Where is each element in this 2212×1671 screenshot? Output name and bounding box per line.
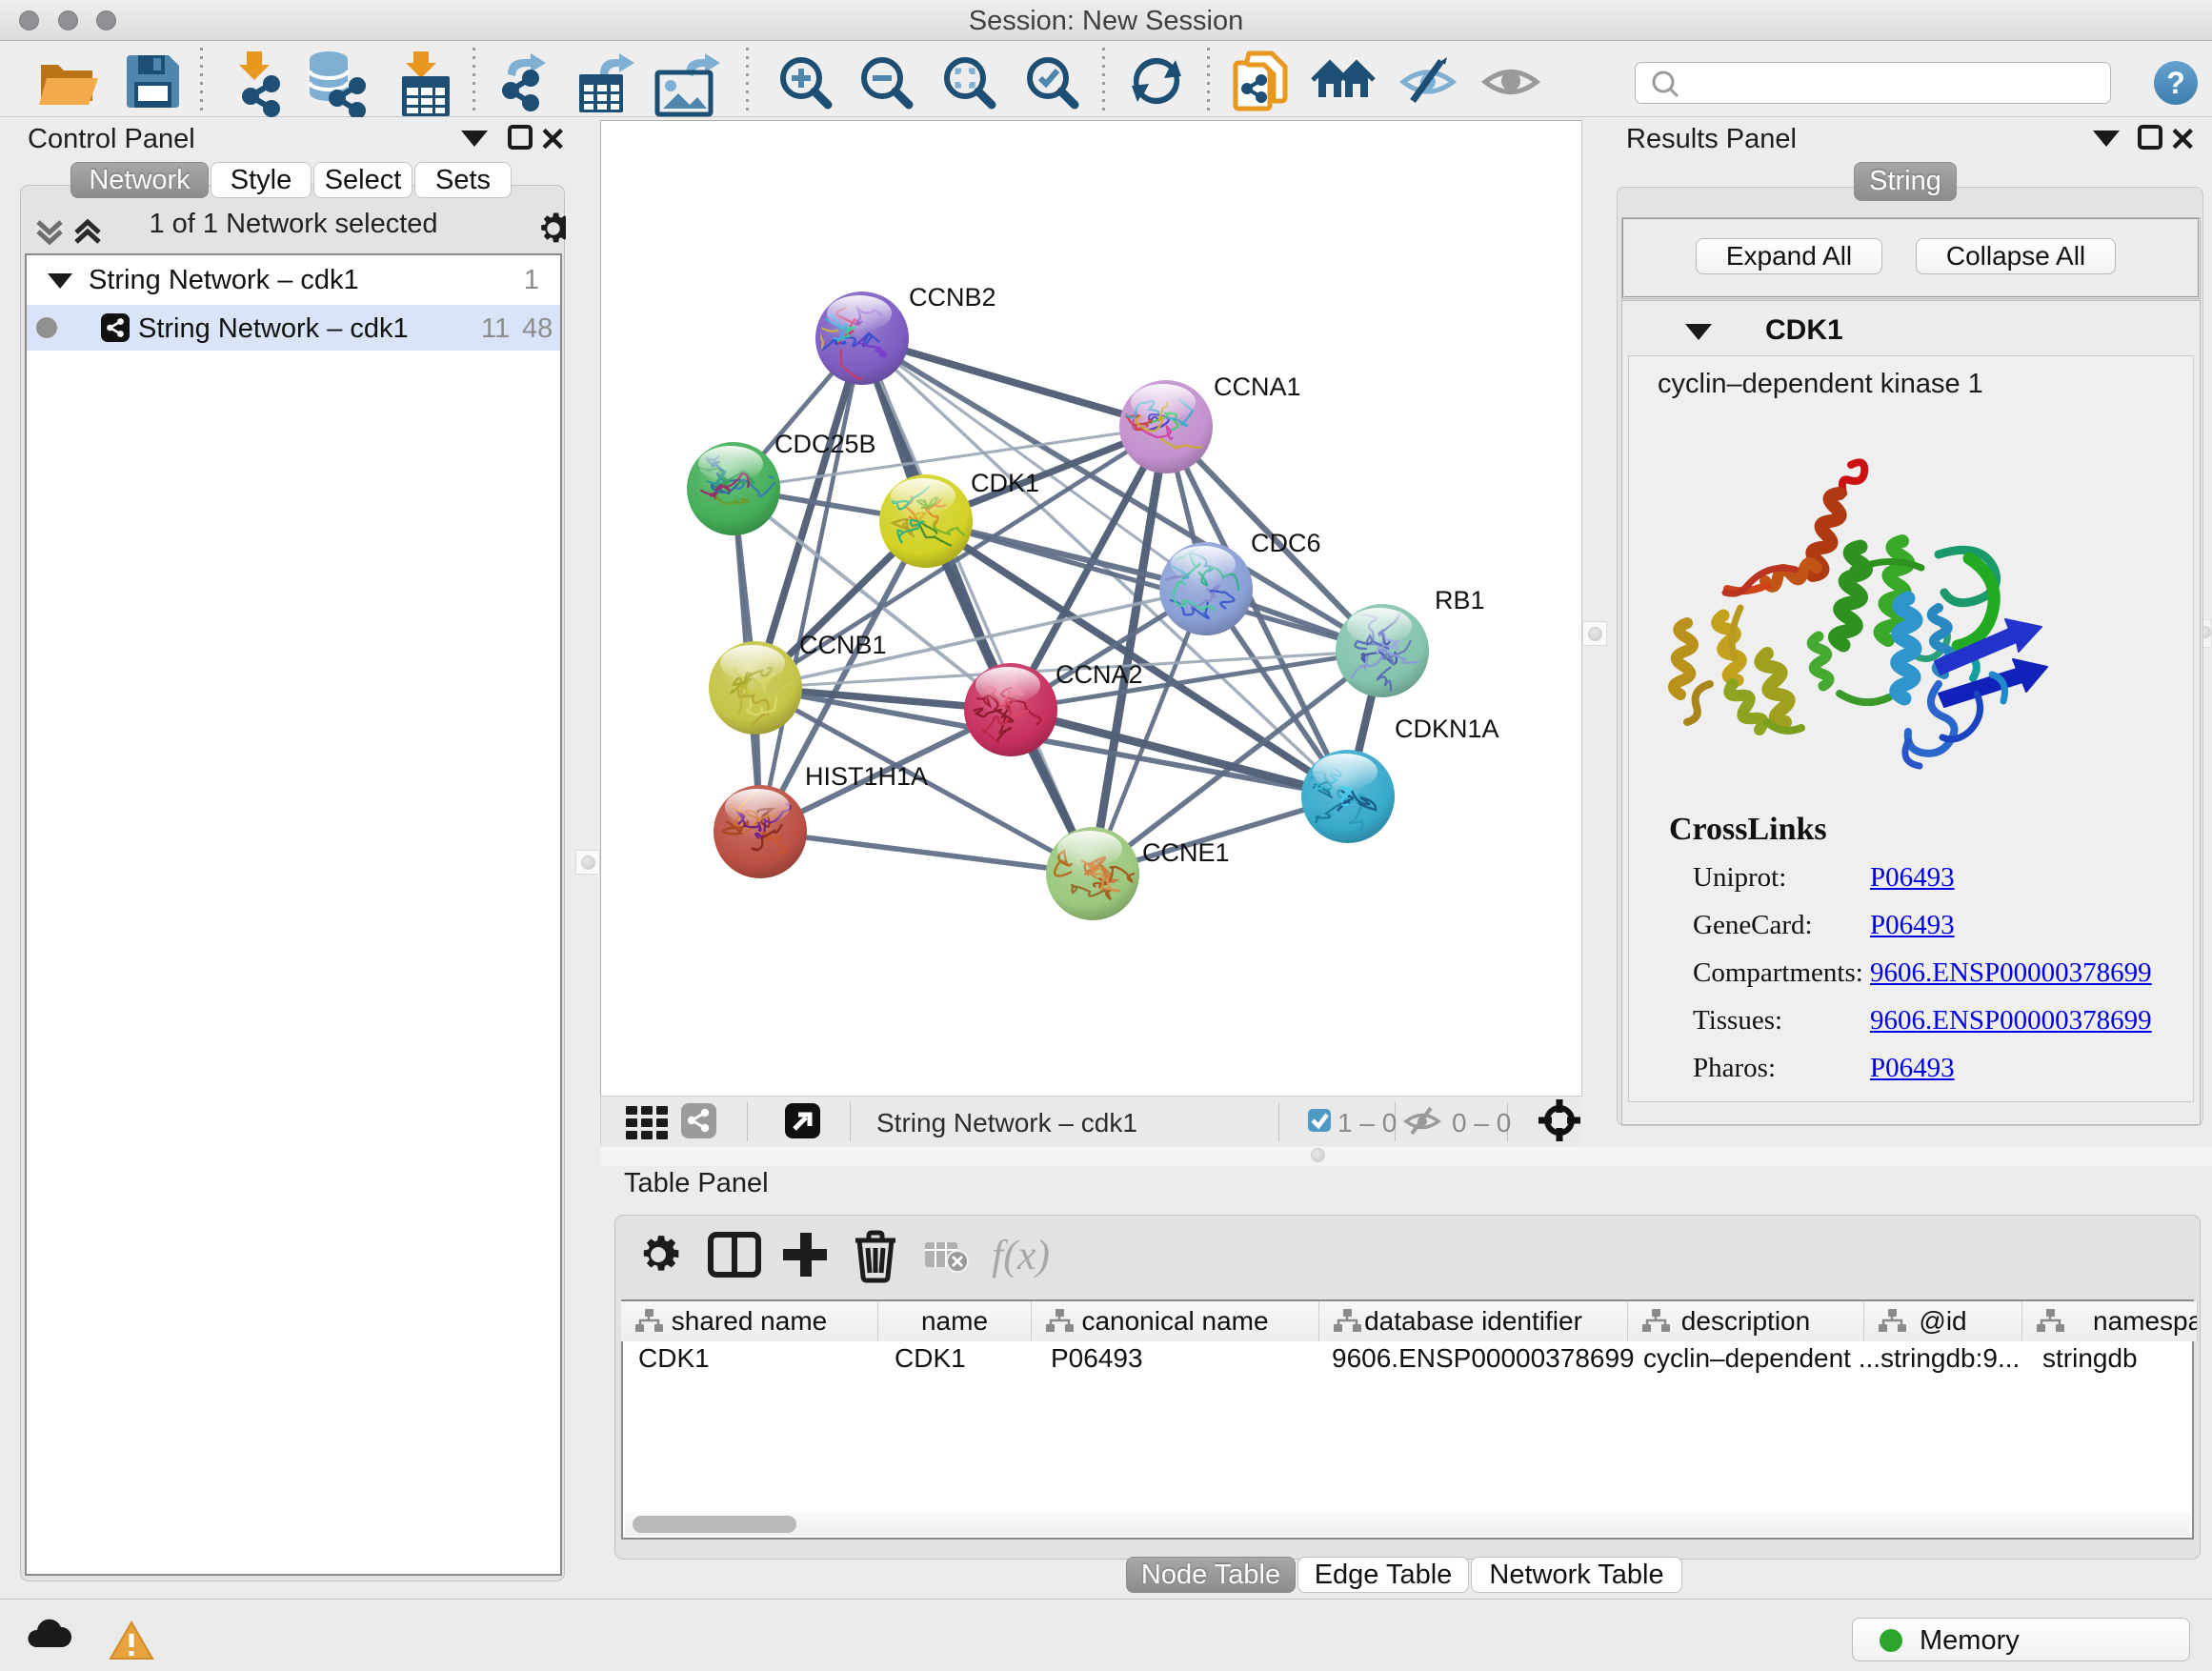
svg-text:CCNB2: CCNB2: [909, 283, 996, 312]
svg-text:CCNA1: CCNA1: [1214, 372, 1301, 401]
svg-text:CCNA2: CCNA2: [1056, 660, 1143, 689]
svg-text:CCNE1: CCNE1: [1142, 838, 1230, 867]
svg-text:CDC25B: CDC25B: [774, 430, 876, 458]
svg-text:CCNB1: CCNB1: [799, 631, 887, 659]
svg-text:HIST1H1A: HIST1H1A: [805, 762, 928, 791]
svg-text:CDK1: CDK1: [971, 469, 1039, 497]
svg-text:CDKN1A: CDKN1A: [1395, 715, 1499, 743]
svg-text:f(x): f(x): [992, 1232, 1050, 1278]
svg-text:RB1: RB1: [1435, 586, 1485, 614]
svg-text:CDC6: CDC6: [1251, 529, 1321, 557]
